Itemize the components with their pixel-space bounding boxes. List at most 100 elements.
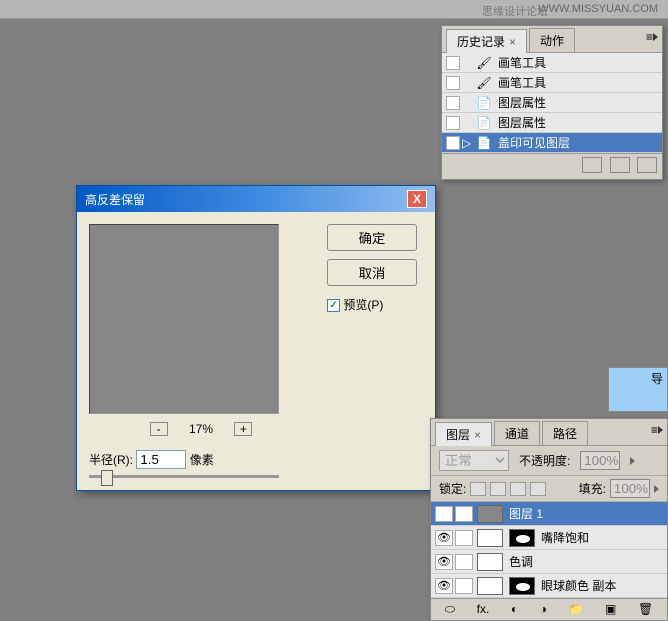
eye-icon[interactable]: 👁 <box>435 554 453 570</box>
panel-menu-icon[interactable]: ≡ <box>651 423 663 437</box>
link-icon[interactable] <box>455 554 473 570</box>
cancel-button[interactable]: 取消 <box>327 259 417 286</box>
lock-row: 锁定: 填充: <box>431 476 667 502</box>
layers-footer: ⬭ fx. ◐ ◑ 📁 ▣ 🗑 <box>431 598 667 620</box>
history-list: 🖌画笔工具 🖌画笔工具 📄图层属性 📄图层属性 ▷📄盖印可见图层 <box>442 53 662 153</box>
radius-label: 半径(R): <box>89 453 133 467</box>
preview-label: 预览(P) <box>343 298 383 312</box>
panel-menu-icon[interactable]: ≡ <box>646 30 658 44</box>
layer-thumb[interactable] <box>477 505 503 523</box>
zoom-out-button[interactable]: - <box>150 422 168 436</box>
radius-input[interactable] <box>136 450 186 469</box>
layer-list: 👁 图层 1 👁 嘴降饱和 👁色调 👁 眼球颜色 副本 <box>431 502 667 598</box>
preview-checkbox-row[interactable]: ✓ 预览(P) <box>327 296 423 313</box>
layer-mask[interactable] <box>509 529 535 547</box>
folder-icon[interactable]: 📁 <box>569 602 584 617</box>
history-item[interactable]: ▷📄盖印可见图层 <box>442 133 662 153</box>
history-label: 画笔工具 <box>498 74 546 91</box>
history-label: 画笔工具 <box>498 54 546 71</box>
lock-paint-icon[interactable] <box>490 482 506 496</box>
lock-move-icon[interactable] <box>510 482 526 496</box>
close-icon[interactable]: × <box>509 35 516 49</box>
tab-label: 图层 <box>446 428 470 442</box>
history-item[interactable]: 🖌画笔工具 <box>442 53 662 73</box>
close-icon[interactable]: × <box>474 428 481 442</box>
radius-row: 半径(R): 像素 <box>89 450 313 469</box>
history-item[interactable]: 📄 图层属性 <box>442 93 662 113</box>
opacity-label: 不透明度: <box>519 452 570 469</box>
link-icon[interactable] <box>455 578 473 594</box>
zoom-in-button[interactable]: + <box>234 422 252 436</box>
preview-box[interactable] <box>89 224 279 414</box>
zoom-value: 17% <box>181 422 221 436</box>
radius-unit: 像素 <box>190 453 214 467</box>
doc-icon: 📄 <box>476 116 492 130</box>
adjustment-icon[interactable]: ◑ <box>540 602 547 617</box>
layers-panel: 图层 × 通道 路径 ≡ 正常 不透明度: 锁定: 填充: 👁 图层 1 👁 嘴降饱和… <box>430 418 668 621</box>
layer-name: 眼球颜色 副本 <box>541 577 616 594</box>
trash-icon[interactable]: 🗑 <box>638 602 653 617</box>
dialog-left: - 17% + 半径(R): 像素 <box>89 224 313 478</box>
layer-name: 图层 1 <box>509 505 543 522</box>
arrow-icon[interactable] <box>630 457 635 465</box>
dialog-title-text: 高反差保留 <box>85 191 145 208</box>
new-snapshot-icon[interactable] <box>582 157 602 173</box>
layer-name: 嘴降饱和 <box>541 529 589 546</box>
eye-icon[interactable]: 👁 <box>435 530 453 546</box>
history-label: 图层属性 <box>498 94 546 111</box>
slider-thumb[interactable] <box>101 470 113 486</box>
tab-history[interactable]: 历史记录 × <box>446 29 527 53</box>
history-footer <box>442 153 662 179</box>
opacity-input[interactable] <box>580 451 620 470</box>
layer-thumb[interactable] <box>477 577 503 595</box>
dialog-right: 确定 取消 ✓ 预览(P) <box>313 224 423 478</box>
history-tabs: 历史记录 × 动作 ≡ <box>442 26 662 53</box>
dialog-titlebar[interactable]: 高反差保留 X <box>77 186 435 212</box>
fx-icon[interactable]: fx. <box>477 602 490 617</box>
layer-controls: 正常 不透明度: <box>431 446 667 476</box>
history-label: 盖印可见图层 <box>498 134 570 151</box>
watermark-right: WWW.MISSYUAN.COM <box>538 3 658 15</box>
lock-transparency-icon[interactable] <box>470 482 486 496</box>
layer-mask[interactable] <box>509 577 535 595</box>
fill-label: 填充: <box>579 480 606 497</box>
mini-label: 导 <box>609 368 667 389</box>
layer-thumb[interactable] <box>477 553 503 571</box>
trash-icon[interactable] <box>637 157 657 173</box>
checkbox-icon[interactable]: ✓ <box>327 299 340 312</box>
doc-icon: 📄 <box>476 96 492 110</box>
link-icon[interactable] <box>455 530 473 546</box>
link-icon[interactable] <box>455 506 473 522</box>
layers-tabs: 图层 × 通道 路径 ≡ <box>431 419 667 446</box>
new-doc-icon[interactable] <box>610 157 630 173</box>
tab-actions[interactable]: 动作 <box>529 28 575 52</box>
history-item[interactable]: 🖌画笔工具 <box>442 73 662 93</box>
layer-item[interactable]: 👁 图层 1 <box>431 502 667 526</box>
blend-mode-select[interactable]: 正常 <box>439 450 509 471</box>
tab-layers[interactable]: 图层 × <box>435 422 492 446</box>
layer-thumb[interactable] <box>477 529 503 547</box>
fill-input[interactable] <box>610 479 650 498</box>
layer-item[interactable]: 👁色调 <box>431 550 667 574</box>
close-button[interactable]: X <box>407 190 427 208</box>
layer-item[interactable]: 👁 眼球颜色 副本 <box>431 574 667 598</box>
radius-slider[interactable] <box>89 475 313 478</box>
layer-item[interactable]: 👁 嘴降饱和 <box>431 526 667 550</box>
navigator-mini[interactable]: 导 <box>608 367 668 412</box>
lock-label: 锁定: <box>439 480 466 497</box>
link-layers-icon[interactable]: ⬭ <box>445 602 455 617</box>
ok-button[interactable]: 确定 <box>327 224 417 251</box>
eye-icon[interactable]: 👁 <box>435 578 453 594</box>
new-layer-icon[interactable]: ▣ <box>605 602 616 617</box>
tab-paths[interactable]: 路径 <box>542 421 588 445</box>
doc-icon: 📄 <box>476 136 492 150</box>
history-item[interactable]: 📄 图层属性 <box>442 113 662 133</box>
mask-icon[interactable]: ◐ <box>511 602 518 617</box>
tab-history-label: 历史记录 <box>457 35 505 49</box>
arrow-icon[interactable] <box>654 485 659 493</box>
history-label: 图层属性 <box>498 114 546 131</box>
tab-channels[interactable]: 通道 <box>494 421 540 445</box>
zoom-controls: - 17% + <box>89 422 313 436</box>
eye-icon[interactable]: 👁 <box>435 506 453 522</box>
lock-all-icon[interactable] <box>530 482 546 496</box>
